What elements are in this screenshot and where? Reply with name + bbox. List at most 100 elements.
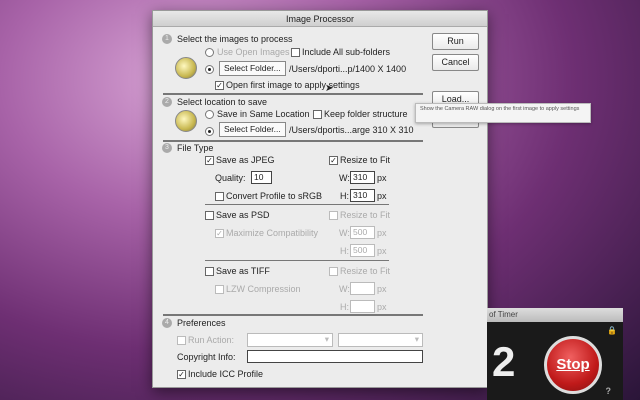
psd-width-input[interactable]: 500	[350, 226, 375, 239]
w-label: W:	[339, 284, 350, 294]
action-set-select[interactable]: ▾	[247, 333, 333, 347]
checkbox-icon	[291, 48, 300, 58]
copyright-label: Copyright Info:	[177, 352, 236, 362]
checkbox-icon	[205, 267, 214, 277]
run-action-checkbox[interactable]: Run Action:	[177, 335, 235, 346]
convert-srgb-checkbox[interactable]: Convert Profile to sRGB	[215, 191, 323, 202]
psd-resize-checkbox[interactable]: Resize to Fit	[329, 210, 391, 221]
image-processor-dialog: Image Processor Run Cancel Load... Save.…	[152, 10, 591, 388]
lzw-checkbox[interactable]: LZW Compression	[215, 284, 301, 295]
checkbox-icon: ✓	[205, 156, 214, 166]
label: Convert Profile to sRGB	[226, 191, 323, 201]
checkbox-icon	[215, 285, 224, 295]
chevron-down-icon: ▾	[324, 334, 329, 344]
psd-height-input[interactable]: 500	[350, 244, 375, 257]
px-label: px	[377, 173, 387, 183]
keep-folder-structure-checkbox[interactable]: Keep folder structure	[313, 109, 408, 120]
label: Resize to Fit	[340, 266, 391, 276]
select-dest-folder-button[interactable]: Select Folder...	[219, 122, 286, 137]
radio-icon	[205, 127, 214, 137]
section-4-badge: 4	[162, 318, 172, 328]
jpeg-width-input[interactable]: 310	[350, 171, 375, 184]
divider	[205, 204, 389, 205]
dest-path: /Users/dportis...arge 310 X 310	[289, 125, 414, 135]
jpeg-resize-checkbox[interactable]: ✓ Resize to Fit	[329, 155, 391, 166]
quality-input[interactable]: 10	[251, 171, 272, 184]
divider	[163, 140, 423, 142]
save-same-location-radio[interactable]: Save in Same Location	[205, 109, 310, 120]
select-source-folder-button[interactable]: Select Folder...	[219, 61, 286, 76]
save-as-tiff-checkbox[interactable]: Save as TIFF	[205, 266, 270, 277]
folder-icon	[175, 110, 197, 132]
run-button[interactable]: Run	[432, 33, 479, 50]
checkbox-icon: ✓	[177, 370, 186, 380]
lock-icon: 🔒	[607, 326, 617, 335]
w-label: W:	[339, 228, 350, 238]
label: Keep folder structure	[324, 109, 408, 119]
section-4-title: Preferences	[177, 318, 226, 328]
tiff-height-input[interactable]	[350, 300, 375, 313]
label: Resize to Fit	[340, 210, 391, 220]
tiff-resize-checkbox[interactable]: Resize to Fit	[329, 266, 391, 277]
checkbox-icon	[329, 211, 338, 221]
checkbox-icon: ✓	[215, 229, 224, 239]
select-folder-radio[interactable]	[205, 64, 217, 75]
w-label: W:	[339, 173, 350, 183]
save-as-psd-checkbox[interactable]: Save as PSD	[205, 210, 270, 221]
include-subfolders-checkbox[interactable]: Include All sub-folders	[291, 47, 391, 58]
px-label: px	[377, 302, 387, 312]
chevron-down-icon: ▾	[414, 334, 419, 344]
label: Resize to Fit	[340, 155, 391, 165]
section-3-badge: 3	[162, 143, 172, 153]
save-as-jpeg-checkbox[interactable]: ✓ Save as JPEG	[205, 155, 275, 166]
quality-label: Quality:	[215, 173, 246, 183]
px-label: px	[377, 191, 387, 201]
open-first-image-checkbox[interactable]: ✓ Open first image to apply settings	[215, 80, 360, 91]
px-label: px	[377, 228, 387, 238]
label: Save in Same Location	[217, 109, 310, 119]
use-open-images-radio[interactable]: Use Open Images	[205, 47, 290, 58]
checkbox-icon	[205, 211, 214, 221]
select-dest-folder-radio[interactable]	[205, 126, 217, 137]
timer-window: of Timer 🔒 2 Stop ?	[487, 308, 623, 400]
checkbox-icon	[177, 336, 186, 346]
label: Include ICC Profile	[188, 369, 264, 379]
stop-button[interactable]: Stop	[544, 336, 602, 394]
action-select[interactable]: ▾	[338, 333, 423, 347]
label: Include All sub-folders	[302, 47, 391, 57]
h-label: H:	[340, 246, 349, 256]
checkbox-icon	[215, 192, 224, 202]
timer-title: of Timer	[487, 308, 623, 322]
tooltip: Show the Camera RAW dialog on the first …	[415, 103, 591, 123]
h-label: H:	[340, 191, 349, 201]
cancel-button[interactable]: Cancel	[432, 54, 479, 71]
px-label: px	[377, 284, 387, 294]
divider	[163, 93, 423, 95]
mouse-cursor-icon: ➤	[325, 83, 334, 94]
maximize-compat-checkbox[interactable]: ✓ Maximize Compatibility	[215, 228, 319, 239]
timer-count: 2	[492, 338, 516, 385]
jpeg-height-input[interactable]: 310	[350, 189, 375, 202]
checkbox-icon: ✓	[215, 81, 224, 91]
tiff-width-input[interactable]	[350, 282, 375, 295]
section-3-title: File Type	[177, 143, 214, 153]
include-icc-checkbox[interactable]: ✓ Include ICC Profile	[177, 369, 264, 380]
section-2-badge: 2	[162, 97, 172, 107]
label: Save as JPEG	[216, 155, 275, 165]
h-label: H:	[340, 302, 349, 312]
label: Use Open Images	[217, 47, 290, 57]
label: Run Action:	[188, 335, 235, 345]
section-1-badge: 1	[162, 34, 172, 44]
px-label: px	[377, 246, 387, 256]
label: Save as PSD	[216, 210, 270, 220]
label: Maximize Compatibility	[226, 228, 319, 238]
label: Save as TIFF	[216, 266, 270, 276]
help-icon[interactable]: ?	[606, 386, 612, 396]
label: LZW Compression	[226, 284, 301, 294]
radio-icon	[205, 48, 214, 58]
checkbox-icon: ✓	[329, 156, 338, 166]
folder-icon	[175, 57, 197, 79]
source-path: /Users/dporti...p/1400 X 1400	[289, 64, 407, 74]
divider	[205, 260, 389, 261]
copyright-input[interactable]	[247, 350, 423, 363]
